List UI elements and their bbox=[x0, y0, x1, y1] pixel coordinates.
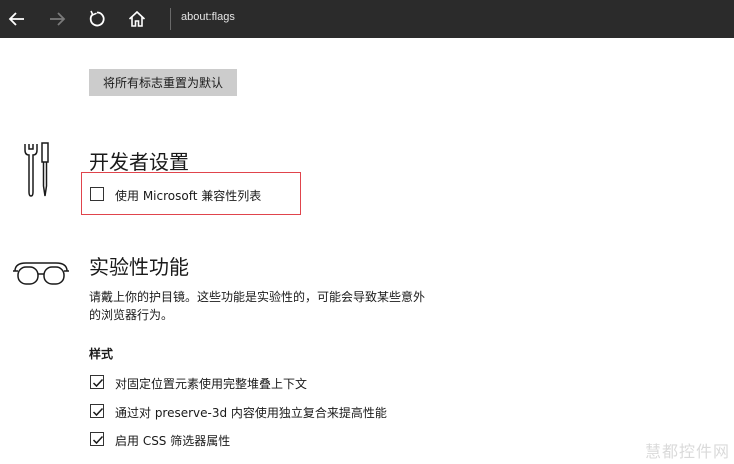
ms-compat-list-label: 使用 Microsoft 兼容性列表 bbox=[115, 189, 262, 203]
watermark: 慧都控件网 bbox=[644, 442, 730, 461]
full-stacking-context-checkbox[interactable] bbox=[90, 375, 104, 389]
browser-toolbar: about:flags bbox=[0, 0, 734, 38]
toolbar-divider bbox=[170, 8, 171, 30]
checkmark-icon bbox=[92, 378, 104, 388]
tools-icon bbox=[24, 142, 49, 197]
forward-arrow-icon bbox=[50, 12, 66, 26]
home-icon bbox=[128, 10, 146, 27]
home-button[interactable] bbox=[122, 4, 152, 34]
preserve-3d-label: 通过对 preserve-3d 内容使用独立复合来提高性能 bbox=[115, 406, 387, 420]
css-filter-label: 启用 CSS 筛选器属性 bbox=[115, 434, 231, 448]
back-button[interactable] bbox=[2, 4, 32, 34]
checkmark-icon bbox=[92, 435, 104, 445]
developer-settings-title: 开发者设置 bbox=[89, 150, 189, 174]
reset-flags-button[interactable]: 将所有标志重置为默认 bbox=[89, 69, 237, 96]
back-arrow-icon bbox=[8, 12, 24, 26]
experimental-description: 请戴上你的护目镜。这些功能是实验性的，可能会导致某些意外的浏览器行为。 bbox=[89, 290, 426, 322]
forward-button[interactable] bbox=[42, 4, 72, 34]
goggles-icon bbox=[13, 262, 69, 285]
refresh-button[interactable] bbox=[82, 4, 112, 34]
css-filter-checkbox[interactable] bbox=[90, 432, 104, 446]
styles-subheading: 样式 bbox=[89, 347, 114, 361]
experimental-features-title: 实验性功能 bbox=[89, 255, 189, 279]
address-bar[interactable]: about:flags bbox=[181, 11, 235, 23]
preserve-3d-checkbox[interactable] bbox=[90, 404, 104, 418]
ms-compat-list-checkbox[interactable] bbox=[90, 187, 104, 201]
full-stacking-context-label: 对固定位置元素使用完整堆叠上下文 bbox=[115, 377, 308, 391]
refresh-icon bbox=[89, 10, 105, 27]
checkmark-icon bbox=[92, 407, 104, 417]
